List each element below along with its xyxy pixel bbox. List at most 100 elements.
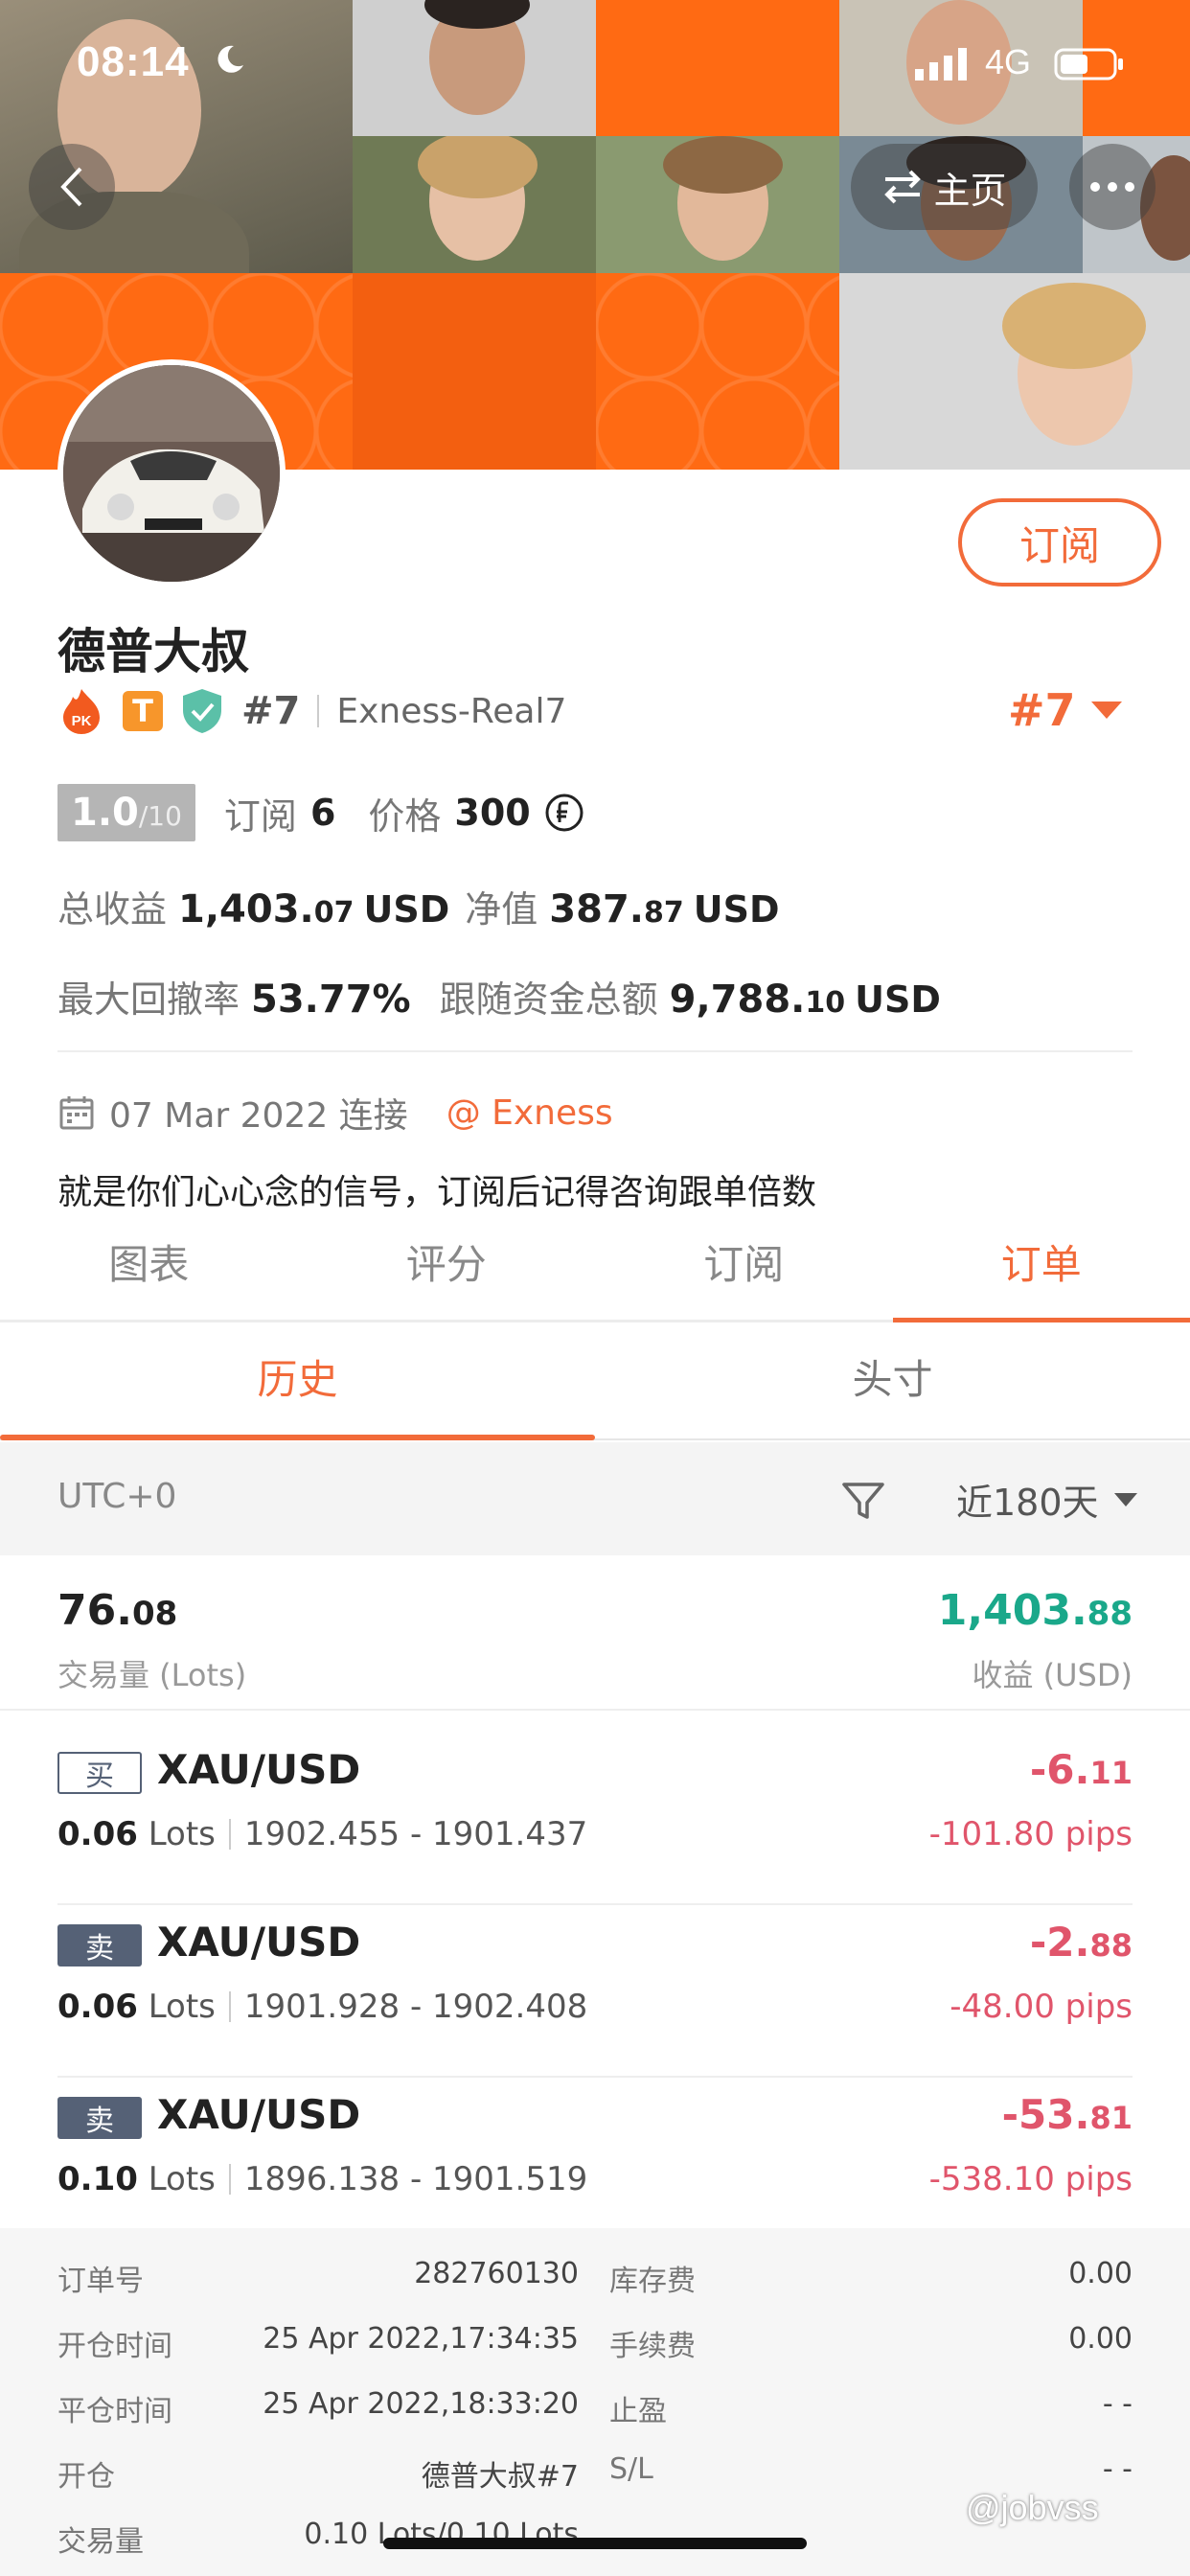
history-summary: 76.08 交易量 (Lots) 1,403.88 收益 (USD)	[0, 1557, 1190, 1711]
back-button[interactable]	[29, 144, 115, 230]
caret-down-icon	[1090, 702, 1122, 719]
price-label: 价格	[368, 794, 442, 838]
avatar[interactable]	[57, 359, 286, 587]
connected-date: 07 Mar 2022 连接	[109, 1096, 408, 1136]
rating-badge: 1.0/10	[57, 784, 195, 841]
trade-detail: 0.10 Lots 1896.138 - 1901.519	[57, 2160, 588, 2198]
side-badge-sell: 卖	[57, 2097, 142, 2139]
rating-max: /10	[138, 800, 182, 832]
trade-pips: -101.80 pips	[928, 1815, 1133, 1853]
status-time: 08:14	[77, 38, 190, 85]
price-value: 300	[454, 792, 531, 834]
trade-row[interactable]: 卖 XAU/USD 0.06 Lots 1901.928 - 1902.408 -…	[57, 1905, 1133, 2078]
subtab-history[interactable]: 历史	[0, 1327, 595, 1440]
trade-pnl: -2.88	[1029, 1919, 1133, 1966]
more-button[interactable]	[1069, 144, 1156, 230]
total-lots: 76.08	[57, 1586, 178, 1635]
home-button[interactable]: 主页	[851, 144, 1038, 230]
total-lots-label: 交易量 (Lots)	[57, 1657, 247, 1693]
car-photo	[63, 365, 280, 582]
timezone-label: UTC+0	[57, 1477, 177, 1516]
subs-value: 6	[309, 792, 336, 834]
signal-icon	[915, 48, 967, 80]
order-detail-row: 平仓时间 25 Apr 2022,18:33:20 止盈 - -	[57, 2387, 1133, 2428]
chevron-left-icon	[60, 167, 82, 207]
badge-row: PK T #7 Exness-Real7	[57, 682, 566, 740]
subs-label: 订阅	[223, 794, 297, 838]
total-profit: 1,403.88	[937, 1586, 1133, 1635]
tab-chart[interactable]: 图表	[0, 1222, 298, 1320]
max-drawdown-value: 53.77%	[251, 978, 411, 1022]
trade-pnl: -6.11	[1029, 1746, 1133, 1793]
currency: USD	[855, 978, 941, 1021]
total-profit-label: 收益 (USD)	[972, 1657, 1133, 1693]
trade-detail: 0.06 Lots 1901.928 - 1902.408	[57, 1988, 588, 2026]
trade-symbol: XAU/USD	[157, 1919, 361, 1966]
filter-icon[interactable]	[839, 1477, 887, 1525]
trade-pips: -48.00 pips	[950, 1988, 1133, 2026]
currency: USD	[363, 888, 450, 931]
home-indicator[interactable]	[383, 2538, 807, 2549]
total-profit-value: 1,403.07	[178, 887, 355, 932]
currency: USD	[693, 888, 780, 931]
rank-label: #7	[241, 689, 301, 733]
banner-photo-4	[353, 136, 596, 273]
moon-icon	[217, 45, 243, 73]
trade-pips: -538.10 pips	[928, 2160, 1133, 2198]
drawdown-row: 最大回撤率 53.77% 跟随资金总额 9,788.10 USD	[57, 970, 956, 1023]
server-name: Exness-Real7	[336, 691, 567, 731]
battery-icon	[1054, 48, 1123, 80]
main-tabs: 图表 评分 订阅 订单	[0, 1222, 1190, 1322]
profit-row: 总收益 1,403.07 USD 净值 387.87 USD	[57, 880, 795, 932]
rating-value: 1.0	[71, 791, 139, 835]
subscribe-button[interactable]: 订阅	[958, 498, 1161, 586]
total-profit-label: 总收益	[57, 888, 168, 931]
home-button-label: 主页	[933, 169, 1007, 212]
trade-row[interactable]: 买 XAU/USD 0.06 Lots 1902.455 - 1901.437 -…	[57, 1733, 1133, 1905]
tab-orders[interactable]: 订单	[892, 1222, 1190, 1322]
score-row: 1.0/10 订阅 6 价格 300	[57, 784, 584, 841]
broker-link[interactable]: @ Exness	[446, 1093, 613, 1133]
t-badge-icon[interactable]: T	[123, 691, 163, 731]
net-value-label: 净值	[465, 888, 538, 931]
profile-description: 就是你们心心念的信号，订阅后记得咨询跟单倍数	[57, 1173, 817, 1212]
caret-down-icon	[1113, 1492, 1137, 1506]
net-value: 387.87	[549, 887, 684, 932]
filter-bar: UTC+0 近180天	[0, 1442, 1190, 1555]
rank-value: #7	[1008, 684, 1076, 736]
connection-row: 07 Mar 2022 连接 @ Exness	[57, 1086, 613, 1139]
swap-icon	[884, 170, 922, 204]
tab-subscribe[interactable]: 订阅	[595, 1222, 893, 1320]
trade-pnl: -53.81	[1001, 2091, 1133, 2138]
coin-icon	[545, 794, 584, 832]
trade-detail: 0.06 Lots 1902.455 - 1901.437	[57, 1815, 588, 1853]
status-bar: 08:14 4G	[0, 34, 1190, 92]
more-dots-icon	[1090, 182, 1134, 192]
trade-row[interactable]: 卖 XAU/USD 0.10 Lots 1896.138 - 1901.519 -…	[57, 2078, 1133, 2250]
network-type: 4G	[985, 42, 1032, 81]
max-drawdown-label: 最大回撤率	[57, 978, 240, 1021]
banner-photo-5	[596, 136, 839, 273]
trader-name: 德普大叔	[57, 624, 249, 679]
tab-rating[interactable]: 评分	[298, 1222, 596, 1320]
order-subtabs: 历史 头寸	[0, 1327, 1190, 1440]
follow-funds-value: 9,788.10	[669, 978, 846, 1022]
order-detail-row: 订单号 282760130 库存费 0.00	[57, 2257, 1133, 2298]
rank-selector[interactable]: #7	[1008, 684, 1122, 736]
trade-symbol: XAU/USD	[157, 2091, 361, 2138]
pk-flame-icon[interactable]: PK	[57, 687, 105, 735]
calendar-icon	[59, 1096, 94, 1130]
divider	[317, 695, 320, 727]
side-badge-buy: 买	[57, 1752, 142, 1794]
trade-symbol: XAU/USD	[157, 1746, 361, 1793]
verified-shield-icon[interactable]	[180, 687, 224, 735]
period-value: 近180天	[956, 1482, 1099, 1524]
svg-text:PK: PK	[72, 713, 92, 729]
divider	[57, 1050, 1133, 1052]
order-detail-row: 开仓时间 25 Apr 2022,17:34:35 手续费 0.00	[57, 2322, 1133, 2363]
follow-funds-label: 跟随资金总额	[439, 978, 658, 1021]
period-dropdown[interactable]: 近180天	[956, 1473, 1137, 1526]
banner-photo-8	[839, 273, 1190, 470]
subtab-positions[interactable]: 头寸	[595, 1327, 1190, 1438]
watermark: @jobvss	[966, 2488, 1099, 2527]
